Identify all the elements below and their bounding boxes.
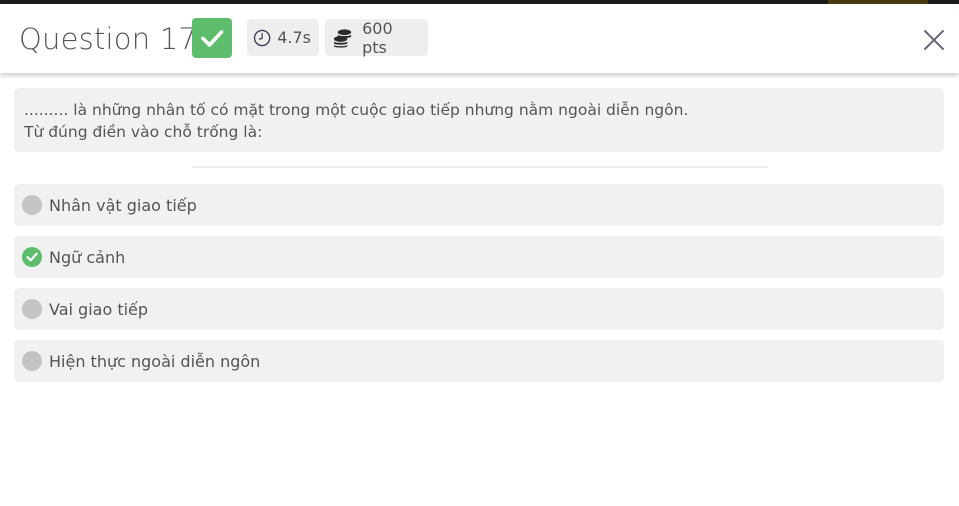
time-value: 4.7s (277, 28, 311, 47)
close-button[interactable] (921, 27, 947, 53)
points-pill: 600 pts (325, 18, 428, 57)
close-icon (924, 30, 944, 50)
question-text-box: ......... là những nhân tố có mặt trong … (14, 88, 944, 152)
answer-option-label: Hiện thực ngoài diễn ngôn (49, 351, 261, 371)
answer-option-1[interactable]: Nhân vật giao tiếp (14, 184, 944, 226)
divider (192, 166, 768, 168)
answer-option-2[interactable]: Ngữ cảnh (14, 236, 944, 278)
radio-indicator (22, 351, 42, 371)
radio-indicator (22, 299, 42, 319)
correct-status-badge (192, 18, 232, 58)
time-pill: 4.7s (247, 19, 319, 56)
check-icon (201, 30, 224, 47)
question-text-line-2: Từ đúng điền vào chỗ trống là: (24, 123, 263, 141)
correct-answer-check (22, 247, 42, 267)
answer-option-4[interactable]: Hiện thực ngoài diễn ngôn (14, 340, 944, 382)
question-title: Question 17 (19, 22, 198, 56)
check-icon (26, 252, 38, 262)
answer-option-label: Ngữ cảnh (49, 247, 126, 267)
answer-option-3[interactable]: Vai giao tiếp (14, 288, 944, 330)
answer-option-label: Nhân vật giao tiếp (49, 195, 197, 215)
answer-option-label: Vai giao tiếp (49, 299, 149, 319)
radio-indicator (22, 195, 42, 215)
question-header: Question 17 4.7s 600 pts (0, 4, 959, 73)
points-value: 600 pts (362, 18, 393, 57)
coins-icon (333, 28, 352, 48)
clock-icon (253, 29, 271, 46)
question-text-line-1: ......... là những nhân tố có mặt trong … (24, 101, 689, 119)
